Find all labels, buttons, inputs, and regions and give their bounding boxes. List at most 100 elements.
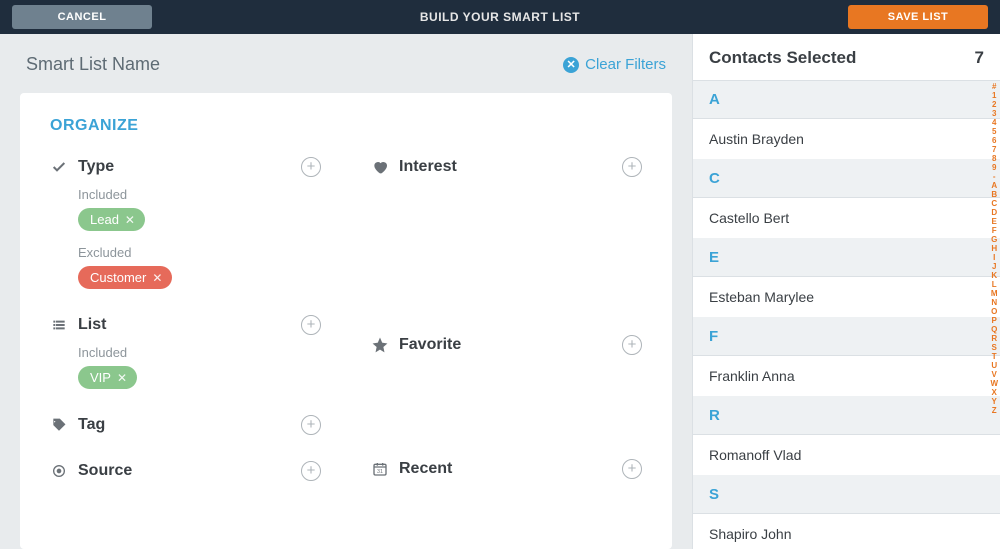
check-icon <box>50 159 68 175</box>
alpha-index-item[interactable]: S <box>990 343 998 352</box>
alpha-index-item[interactable]: N <box>990 298 998 307</box>
contact-item[interactable]: Franklin Anna <box>693 356 1000 397</box>
filter-tag-label: Tag <box>78 416 105 434</box>
star-icon <box>371 337 389 353</box>
alpha-index-item[interactable]: H <box>990 244 998 253</box>
section-letter: A <box>693 81 1000 119</box>
alpha-index[interactable]: #123456789-ABCDEFGHIJKLMNOPQRSTUVWXYZ <box>990 82 998 415</box>
filter-interest-label: Interest <box>399 158 457 176</box>
alpha-index-item[interactable]: 8 <box>990 154 998 163</box>
alpha-index-item[interactable]: P <box>990 316 998 325</box>
alpha-index-item[interactable]: M <box>990 289 998 298</box>
cancel-button[interactable]: CANCEL <box>12 5 152 29</box>
alpha-index-item[interactable]: C <box>990 199 998 208</box>
chip-customer[interactable]: Customer ✕ <box>78 266 172 289</box>
alpha-index-item[interactable]: A <box>990 181 998 190</box>
contact-item[interactable]: Austin Brayden <box>693 119 1000 160</box>
alpha-index-item[interactable]: J <box>990 262 998 271</box>
filter-type: Type + Included Lead ✕ Exclud <box>50 157 321 289</box>
contacts-panel: Contacts Selected 7 AAustin BraydenCCast… <box>692 34 1000 549</box>
type-included-label: Included <box>78 187 321 202</box>
alpha-index-item[interactable]: 1 <box>990 91 998 100</box>
alpha-index-item[interactable]: X <box>990 388 998 397</box>
alpha-index-item[interactable]: Q <box>990 325 998 334</box>
section-letter: E <box>693 239 1000 277</box>
add-tag-button[interactable]: + <box>301 415 321 435</box>
clear-icon: ✕ <box>563 57 579 73</box>
alpha-index-item[interactable]: 4 <box>990 118 998 127</box>
target-icon <box>50 463 68 479</box>
add-list-button[interactable]: + <box>301 315 321 335</box>
section-letter: S <box>693 476 1000 514</box>
alpha-index-item[interactable]: T <box>990 352 998 361</box>
add-favorite-button[interactable]: + <box>622 335 642 355</box>
alpha-index-item[interactable]: # <box>990 82 998 91</box>
contacts-count: 7 <box>975 48 984 68</box>
chip-vip-label: VIP <box>90 370 111 385</box>
alpha-index-item[interactable]: Z <box>990 406 998 415</box>
contact-item[interactable]: Romanoff Vlad <box>693 435 1000 476</box>
filter-favorite: Favorite + <box>371 335 642 355</box>
contact-item[interactable]: Esteban Marylee <box>693 277 1000 318</box>
alpha-index-item[interactable]: 5 <box>990 127 998 136</box>
alpha-index-item[interactable]: V <box>990 370 998 379</box>
body: Smart List Name ✕ Clear Filters ORGANIZE <box>0 34 1000 549</box>
alpha-index-item[interactable]: K <box>990 271 998 280</box>
alpha-index-item[interactable]: - <box>990 172 998 181</box>
alpha-index-item[interactable]: I <box>990 253 998 262</box>
add-recent-button[interactable]: + <box>622 459 642 479</box>
section-letter: C <box>693 160 1000 198</box>
clear-filters-button[interactable]: ✕ Clear Filters <box>563 56 666 73</box>
chip-customer-remove-icon[interactable]: ✕ <box>152 271 162 285</box>
alpha-index-item[interactable]: G <box>990 235 998 244</box>
chip-vip[interactable]: VIP ✕ <box>78 366 137 389</box>
smart-list-name-label[interactable]: Smart List Name <box>26 54 160 75</box>
add-interest-button[interactable]: + <box>622 157 642 177</box>
add-type-button[interactable]: + <box>301 157 321 177</box>
filter-list: List + Included VIP ✕ <box>50 315 321 389</box>
alpha-index-item[interactable]: 7 <box>990 145 998 154</box>
organize-title: ORGANIZE <box>50 117 642 135</box>
filter-favorite-label: Favorite <box>399 336 461 354</box>
alpha-index-item[interactable]: O <box>990 307 998 316</box>
alpha-index-item[interactable]: 6 <box>990 136 998 145</box>
alpha-index-item[interactable]: 3 <box>990 109 998 118</box>
list-icon <box>50 317 68 333</box>
alpha-index-item[interactable]: L <box>990 280 998 289</box>
alpha-index-item[interactable]: B <box>990 190 998 199</box>
filter-tag: Tag + <box>50 415 321 435</box>
add-source-button[interactable]: + <box>301 461 321 481</box>
calendar-icon: 31 <box>371 461 389 477</box>
section-letter: F <box>693 318 1000 356</box>
filter-source: Source + <box>50 461 321 481</box>
alpha-index-item[interactable]: R <box>990 334 998 343</box>
organize-card: ORGANIZE Type + <box>20 93 672 549</box>
filter-source-label: Source <box>78 462 132 480</box>
filter-type-label: Type <box>78 158 114 176</box>
alpha-index-item[interactable]: W <box>990 379 998 388</box>
contact-item[interactable]: Shapiro John <box>693 514 1000 549</box>
chip-lead-remove-icon[interactable]: ✕ <box>125 213 135 227</box>
alpha-index-item[interactable]: U <box>990 361 998 370</box>
alpha-index-item[interactable]: D <box>990 208 998 217</box>
alpha-index-item[interactable]: 2 <box>990 100 998 109</box>
filter-recent-label: Recent <box>399 460 452 478</box>
page-title: BUILD YOUR SMART LIST <box>420 10 580 24</box>
alpha-index-item[interactable]: F <box>990 226 998 235</box>
left-panel: Smart List Name ✕ Clear Filters ORGANIZE <box>0 34 692 549</box>
alpha-index-item[interactable]: E <box>990 217 998 226</box>
chip-vip-remove-icon[interactable]: ✕ <box>117 371 127 385</box>
save-button[interactable]: SAVE LIST <box>848 5 988 29</box>
chip-lead[interactable]: Lead ✕ <box>78 208 145 231</box>
contact-item[interactable]: Castello Bert <box>693 198 1000 239</box>
alpha-index-item[interactable]: 9 <box>990 163 998 172</box>
chip-lead-label: Lead <box>90 212 119 227</box>
filter-list-label: List <box>78 316 106 334</box>
top-bar: CANCEL BUILD YOUR SMART LIST SAVE LIST <box>0 0 1000 34</box>
filter-interest: Interest + <box>371 157 642 177</box>
contacts-title: Contacts Selected <box>709 48 856 68</box>
chip-customer-label: Customer <box>90 270 146 285</box>
alpha-index-item[interactable]: Y <box>990 397 998 406</box>
type-excluded-label: Excluded <box>78 245 321 260</box>
tag-icon <box>50 417 68 433</box>
